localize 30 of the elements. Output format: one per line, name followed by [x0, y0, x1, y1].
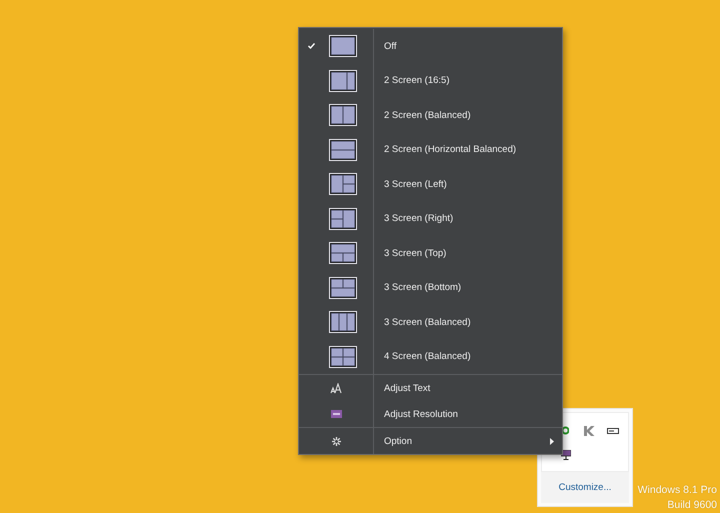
gear-icon	[332, 436, 340, 446]
screen-layout-icon	[329, 276, 357, 299]
menu-item[interactable]: 2 Screen (Horizontal Balanced)	[299, 132, 562, 167]
status-ring-icon[interactable]	[562, 426, 569, 435]
menu-item[interactable]: 2 Screen (16:5)	[299, 64, 562, 98]
screen-layout-icon	[329, 346, 357, 368]
menu-item[interactable]: 3 Screen (Left)	[299, 167, 562, 202]
menu-item[interactable]: 3 Screen (Balanced)	[299, 305, 562, 340]
k-logo-icon[interactable]	[583, 426, 595, 436]
edition-text: Windows 8.1 Pro	[638, 483, 717, 498]
menu-item[interactable]: 3 Screen (Right)	[299, 202, 562, 236]
screen-layout-icon	[329, 173, 357, 196]
screen-layout-icon	[329, 242, 357, 264]
display-icon	[330, 410, 342, 418]
screen-layout-icon	[329, 208, 357, 230]
menu-item[interactable]: 3 Screen (Top)	[299, 236, 562, 270]
screen-layout-icon	[329, 311, 357, 334]
screen-layout-icon	[329, 138, 357, 161]
build-text: Build 9600	[667, 498, 717, 513]
font-size-icon	[330, 382, 342, 394]
screen-layout-icon	[329, 70, 357, 92]
menu-item[interactable]: 4 Screen (Balanced)	[299, 340, 562, 374]
menu-item[interactable]: Option	[299, 428, 562, 454]
menu-item[interactable]: Adjust Text	[299, 375, 562, 401]
menu-item[interactable]: 3 Screen (Bottom)	[299, 270, 562, 305]
screen-layout-icon	[329, 35, 357, 58]
screen-layout-icon	[329, 104, 357, 126]
menu-item[interactable]: Off	[299, 29, 562, 64]
keyboard-icon[interactable]	[607, 428, 619, 434]
menu-item[interactable]: 2 Screen (Balanced)	[299, 98, 562, 132]
